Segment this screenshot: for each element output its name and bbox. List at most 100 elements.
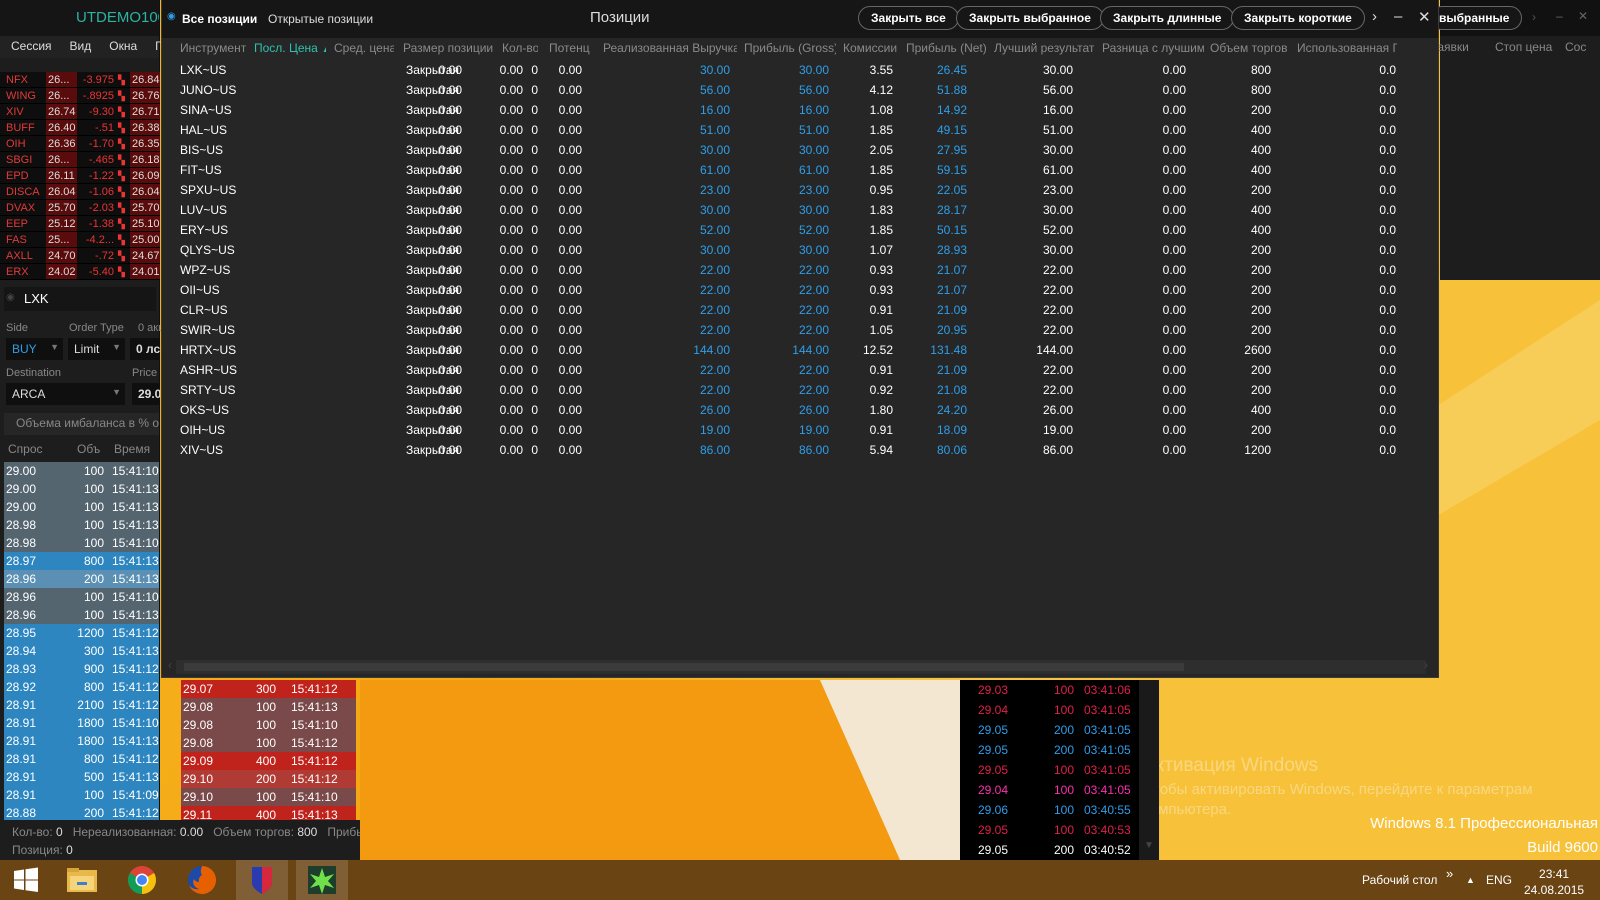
destination-select[interactable]: ARCA ▼ bbox=[6, 383, 125, 405]
bid-row[interactable]: 28.93 900 15:41:12 bbox=[4, 660, 159, 678]
time-sales-scrollbar[interactable]: ▼ bbox=[1139, 680, 1159, 860]
table-row[interactable]: HRTX~US 0.00 0.00 Закрытая 0 0.00 144.00 144.00… bbox=[162, 340, 1440, 360]
table-row[interactable]: SPXU~US 0.00 0.00 Закрытая 0 0.00 23.00 23.00 0.… bbox=[162, 180, 1440, 200]
watchlist-row[interactable]: DVAX 25.70 -2.03 ▚ 25.70 bbox=[0, 200, 160, 216]
table-row[interactable]: JUNO~US 0.00 0.00 Закрытая 0 0.00 56.00 56.00 4.… bbox=[162, 80, 1440, 100]
ask-row[interactable]: 29.08 100 15:41:13 bbox=[181, 698, 356, 716]
ask-row[interactable]: 29.08 100 15:41:12 bbox=[181, 734, 356, 752]
watchlist-row[interactable]: ERX 24.02 -5.40 ▚ 24.01 bbox=[0, 264, 160, 280]
watchlist-row[interactable]: XIV 26.74 -9.30 ▚ 26.71 bbox=[0, 104, 160, 120]
scroll-left-icon[interactable]: ‹ bbox=[168, 658, 172, 672]
bid-row[interactable]: 28.94 300 15:41:13 bbox=[4, 642, 159, 660]
toolbar-chevron-icon[interactable]: » bbox=[1446, 854, 1453, 894]
side-select[interactable]: BUY ▼ bbox=[6, 338, 63, 360]
close-selected-button[interactable]: Закрыть выбранное bbox=[956, 6, 1104, 30]
right-minimize-icon[interactable]: – bbox=[1556, 9, 1563, 23]
windows-start-icon[interactable] bbox=[0, 860, 52, 900]
table-row[interactable]: SRTY~US 0.00 0.00 Закрытая 0 0.00 22.00 22.00 0.… bbox=[162, 380, 1440, 400]
column-header[interactable]: Разница с лучшим bbox=[1102, 41, 1204, 55]
column-header[interactable]: Прибыль (Net) bbox=[906, 41, 988, 55]
scroll-right-icon[interactable]: › bbox=[1424, 658, 1428, 672]
close-long-button[interactable]: Закрыть длинные bbox=[1100, 6, 1235, 30]
bid-row[interactable]: 28.98 100 15:41:10 bbox=[4, 534, 159, 552]
watchlist-row[interactable]: WING 26... -.8925 ▚ 26.76 bbox=[0, 88, 160, 104]
table-row[interactable]: OKS~US 0.00 0.00 Закрытая 0 0.00 26.00 26.00 1.8… bbox=[162, 400, 1440, 420]
close-icon[interactable]: ✕ bbox=[1418, 8, 1431, 26]
ask-row[interactable]: 29.07 300 15:41:12 bbox=[181, 680, 356, 698]
right-close-selected-button[interactable]: выбранные bbox=[1430, 6, 1523, 30]
table-row[interactable]: ASHR~US 0.00 0.00 Закрытая 0 0.00 22.00 22.00 0.… bbox=[162, 360, 1440, 380]
more-icon[interactable]: › bbox=[1372, 8, 1377, 25]
bid-row[interactable]: 28.96 100 15:41:13 bbox=[4, 606, 159, 624]
table-row[interactable]: BIS~US 0.00 0.00 Закрытая 0 0.00 30.00 30.00 2.0… bbox=[162, 140, 1440, 160]
table-row[interactable]: HAL~US 0.00 0.00 Закрытая 0 0.00 51.00 51.00 1.8… bbox=[162, 120, 1440, 140]
column-header[interactable]: Потенц bbox=[549, 41, 597, 55]
bid-row[interactable]: 28.91 1800 15:41:10 bbox=[4, 714, 159, 732]
column-header[interactable]: Реализованная Выручка bbox=[603, 41, 737, 55]
table-row[interactable]: CLR~US 0.00 0.00 Закрытая 0 0.00 22.00 22.00 0.9… bbox=[162, 300, 1440, 320]
ask-row[interactable]: 29.08 100 15:41:10 bbox=[181, 716, 356, 734]
watchlist-row[interactable]: EEP 25.12 -1.38 ▚ 25.10 bbox=[0, 216, 160, 232]
column-header[interactable]: Посл. Цена ▲ bbox=[254, 41, 326, 55]
price-input[interactable]: 29.0 bbox=[132, 383, 160, 405]
horizontal-scrollbar[interactable]: ‹ › bbox=[168, 658, 1428, 674]
table-row[interactable]: FIT~US 0.00 0.00 Закрытая 0 0.00 61.00 61.00 1.8… bbox=[162, 160, 1440, 180]
firefox-icon[interactable] bbox=[176, 860, 228, 900]
close-all-button[interactable]: Закрыть все bbox=[858, 6, 959, 30]
watchlist-row[interactable]: AXLL 24.70 -.72 ▚ 24.67 bbox=[0, 248, 160, 264]
watchlist-row[interactable]: EPD 26.11 -1.22 ▚ 26.09 bbox=[0, 168, 160, 184]
menu-windows[interactable]: Окна bbox=[98, 36, 144, 58]
bid-row[interactable]: 28.97 800 15:41:13 bbox=[4, 552, 159, 570]
scrollbar-thumb[interactable] bbox=[184, 663, 1184, 671]
minimize-icon[interactable]: – bbox=[1394, 8, 1402, 25]
shield-app-icon[interactable] bbox=[236, 860, 288, 900]
bid-row[interactable]: 28.91 2100 15:41:12 bbox=[4, 696, 159, 714]
column-header[interactable]: Комиссии bbox=[843, 41, 901, 55]
table-row[interactable]: OIH~US 0.00 0.00 Закрытая 0 0.00 19.00 19.00 0.9… bbox=[162, 420, 1440, 440]
symbol-input[interactable]: LXK bbox=[4, 287, 156, 311]
column-header[interactable]: Сред. цена bbox=[334, 41, 394, 55]
tab-all-positions[interactable]: Все позиции bbox=[182, 12, 257, 26]
ask-row[interactable]: 29.09 400 15:41:12 bbox=[181, 752, 356, 770]
table-row[interactable]: LXK~US 0.00 0.00 Закрытая 0 0.00 30.00 30.00 3.5… bbox=[162, 60, 1440, 80]
table-row[interactable]: WPZ~US 0.00 0.00 Закрытая 0 0.00 22.00 22.00 0.9… bbox=[162, 260, 1440, 280]
desktop-label[interactable]: Рабочий стол bbox=[1362, 860, 1437, 900]
table-row[interactable]: XIV~US 0.00 0.00 Закрытая 0 0.00 86.00 86.00 5.9… bbox=[162, 440, 1440, 460]
language-indicator[interactable]: ENG bbox=[1486, 860, 1512, 900]
column-header[interactable]: Размер позиции bbox=[403, 41, 495, 55]
clock[interactable]: 23:41 24.08.2015 bbox=[1524, 866, 1584, 898]
order-type-select[interactable]: Limit ▼ bbox=[68, 338, 125, 360]
ask-row[interactable]: 29.10 100 15:41:10 bbox=[181, 788, 356, 806]
bid-row[interactable]: 28.96 100 15:41:10 bbox=[4, 588, 159, 606]
table-row[interactable]: QLYS~US 0.00 0.00 Закрытая 0 0.00 30.00 30.00 1.… bbox=[162, 240, 1440, 260]
column-header[interactable]: Инструмент bbox=[180, 41, 250, 55]
table-row[interactable]: ERY~US 0.00 0.00 Закрытая 0 0.00 52.00 52.00 1.8… bbox=[162, 220, 1440, 240]
column-header[interactable]: Кол-во bbox=[502, 41, 538, 55]
bid-row[interactable]: 29.00 100 15:41:13 bbox=[4, 498, 159, 516]
chrome-icon[interactable] bbox=[116, 860, 168, 900]
bid-row[interactable]: 28.91 1800 15:41:13 bbox=[4, 732, 159, 750]
bid-row[interactable]: 29.00 100 15:41:10 bbox=[4, 462, 159, 480]
ask-row[interactable]: 29.10 200 15:41:12 bbox=[181, 770, 356, 788]
trading-app-icon[interactable] bbox=[296, 860, 348, 900]
table-row[interactable]: SINA~US 0.00 0.00 Закрытая 0 0.00 16.00 16.00 1.… bbox=[162, 100, 1440, 120]
column-header[interactable]: Использованная Г bbox=[1297, 41, 1397, 55]
bid-row[interactable]: 28.91 100 15:41:09 bbox=[4, 786, 159, 804]
qty-input[interactable]: 0 лс bbox=[130, 338, 160, 360]
table-row[interactable]: LUV~US 0.00 0.00 Закрытая 0 0.00 30.00 30.00 1.8… bbox=[162, 200, 1440, 220]
close-short-button[interactable]: Закрыть короткие bbox=[1231, 6, 1365, 30]
watchlist-row[interactable]: SBGI 26... -.465 ▚ 26.18 bbox=[0, 152, 160, 168]
column-header[interactable]: Прибыль (Gross) bbox=[744, 41, 836, 55]
bid-row[interactable]: 28.96 200 15:41:13 bbox=[4, 570, 159, 588]
tray-expand-icon[interactable]: ▲ bbox=[1466, 860, 1475, 900]
menu-view[interactable]: Вид bbox=[59, 36, 99, 58]
bid-row[interactable]: 28.91 500 15:41:13 bbox=[4, 768, 159, 786]
table-row[interactable]: OII~US 0.00 0.00 Закрытая 0 0.00 22.00 22.00 0.9… bbox=[162, 280, 1440, 300]
file-explorer-icon[interactable] bbox=[56, 860, 108, 900]
watchlist-row[interactable]: FAS 25... -4.2... ▚ 25.00 bbox=[0, 232, 160, 248]
right-close-icon[interactable]: ✕ bbox=[1578, 9, 1588, 23]
column-header[interactable]: Объем торгов bbox=[1210, 41, 1290, 55]
watchlist-row[interactable]: NFX 26... -3.975 ▚ 26.84 bbox=[0, 72, 160, 88]
bid-row[interactable]: 28.95 1200 15:41:12 bbox=[4, 624, 159, 642]
bid-row[interactable]: 29.00 100 15:41:13 bbox=[4, 480, 159, 498]
